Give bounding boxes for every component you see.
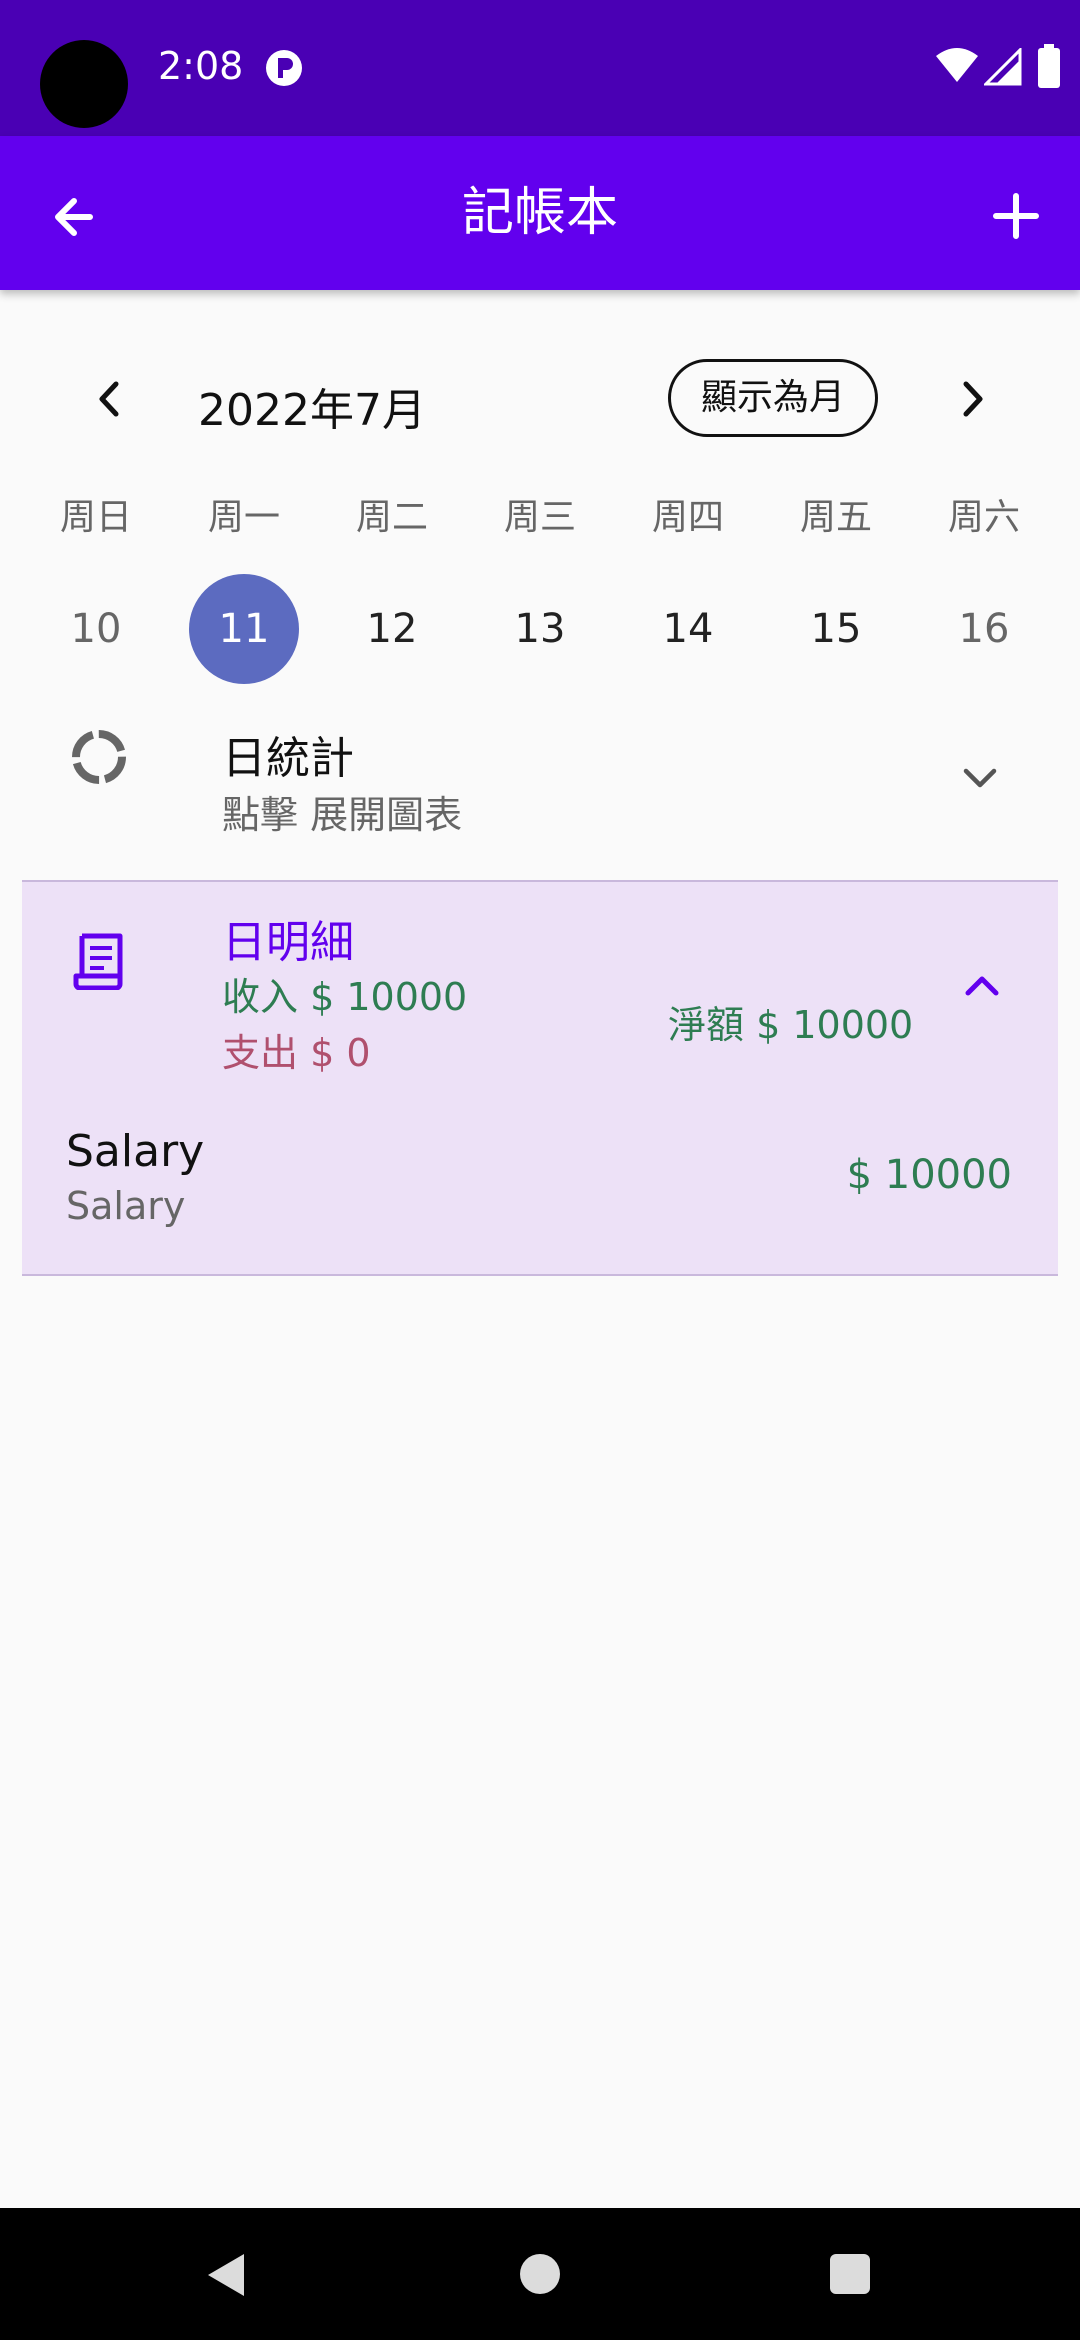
receipt-icon	[73, 933, 123, 990]
day-number[interactable]: 12	[337, 574, 447, 684]
nav-back-icon[interactable]	[204, 2252, 248, 2298]
transaction-amount: $ 10000	[846, 1152, 1012, 1198]
day-name: 周三	[503, 497, 576, 538]
show-month-button[interactable]: 顯示為月	[668, 359, 878, 437]
back-arrow-icon[interactable]	[46, 185, 110, 249]
status-bar: 2:08	[0, 0, 1080, 136]
status-time: 2:08	[158, 44, 244, 88]
chevron-up-icon[interactable]	[960, 964, 1004, 1008]
stats-subtitle: 點擊 展開圖表	[222, 793, 463, 837]
stats-title: 日統計	[222, 733, 354, 784]
day-number[interactable]: 15	[781, 574, 891, 684]
day-thursday[interactable]: 周四 14	[614, 490, 762, 684]
battery-icon	[1038, 44, 1060, 88]
nav-home-icon[interactable]	[520, 2254, 560, 2294]
day-monday[interactable]: 周一 11	[170, 490, 318, 684]
expense-total: 支出 $ 0	[222, 1031, 371, 1075]
wifi-icon	[936, 48, 978, 82]
details-title: 日明細	[222, 917, 354, 968]
daily-stats-row[interactable]: 日統計 點擊 展開圖表	[0, 700, 1080, 880]
signal-icon	[984, 48, 1022, 86]
day-sunday[interactable]: 周日 10	[22, 490, 170, 684]
day-name: 周二	[355, 497, 428, 538]
day-number[interactable]: 10	[41, 574, 151, 684]
day-name: 周六	[947, 497, 1020, 538]
add-plus-icon[interactable]	[984, 184, 1048, 248]
day-wednesday[interactable]: 周三 13	[466, 490, 614, 684]
net-total: 淨額 $ 10000	[668, 1003, 914, 1047]
donut-chart-icon	[72, 730, 126, 784]
day-name: 周四	[651, 497, 724, 538]
nav-recents-icon[interactable]	[830, 2254, 870, 2294]
chevron-down-icon[interactable]	[960, 758, 1000, 798]
page-title: 記帳本	[461, 183, 618, 243]
chevron-left-icon[interactable]	[90, 374, 130, 424]
month-label: 2022年7月	[198, 385, 426, 436]
transaction-category: Salary	[66, 1184, 186, 1228]
day-friday[interactable]: 周五 15	[762, 490, 910, 684]
day-tuesday[interactable]: 周二 12	[318, 490, 466, 684]
selected-day-number[interactable]: 11	[189, 574, 299, 684]
app-bar: 記帳本	[0, 136, 1080, 290]
day-number[interactable]: 13	[485, 574, 595, 684]
day-number[interactable]: 16	[929, 574, 1039, 684]
daily-details-card[interactable]: 日明細 收入 $ 10000 支出 $ 0 淨額 $ 10000 Salary …	[22, 880, 1058, 1276]
camera-cutout	[40, 40, 128, 128]
transaction-title: Salary	[66, 1126, 205, 1177]
system-nav-bar	[0, 2208, 1080, 2340]
day-saturday[interactable]: 周六 16	[910, 490, 1058, 684]
day-name: 周日	[59, 497, 132, 538]
day-number[interactable]: 14	[633, 574, 743, 684]
income-total: 收入 $ 10000	[222, 975, 468, 1019]
notification-icon	[266, 50, 302, 86]
chevron-right-icon[interactable]	[952, 374, 992, 424]
day-name: 周一	[207, 497, 280, 538]
day-name: 周五	[799, 497, 872, 538]
